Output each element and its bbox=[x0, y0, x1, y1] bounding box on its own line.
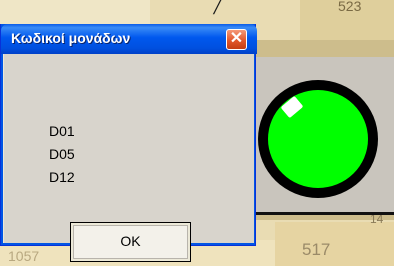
unit-code: D01 bbox=[49, 123, 75, 139]
dialog-body: D01 D05 D12 OK bbox=[4, 54, 254, 262]
ok-button[interactable]: OK bbox=[70, 222, 191, 262]
dialog-title: Κωδικοί μονάδων bbox=[11, 30, 131, 46]
close-icon: ✕ bbox=[229, 30, 244, 47]
background-number: 517 bbox=[302, 240, 331, 259]
unit-code: D12 bbox=[49, 169, 75, 185]
background-scan bbox=[275, 222, 394, 266]
ok-button-label: OK bbox=[120, 233, 141, 249]
close-button[interactable]: ✕ bbox=[226, 29, 247, 50]
background-handwriting: / bbox=[214, 0, 222, 20]
panel-divider bbox=[249, 212, 394, 215]
unit-code: D05 bbox=[49, 146, 75, 162]
unit-code-list: D01 D05 D12 bbox=[49, 120, 75, 189]
background-number: 1057 bbox=[8, 248, 40, 264]
background-number: 523 bbox=[338, 0, 362, 14]
unit-codes-dialog: Κωδικοί μονάδων ✕ D01 D05 D12 OK bbox=[0, 24, 257, 262]
background-scan bbox=[0, 0, 150, 25]
dialog-titlebar[interactable]: Κωδικοί μονάδων ✕ bbox=[1, 24, 257, 54]
